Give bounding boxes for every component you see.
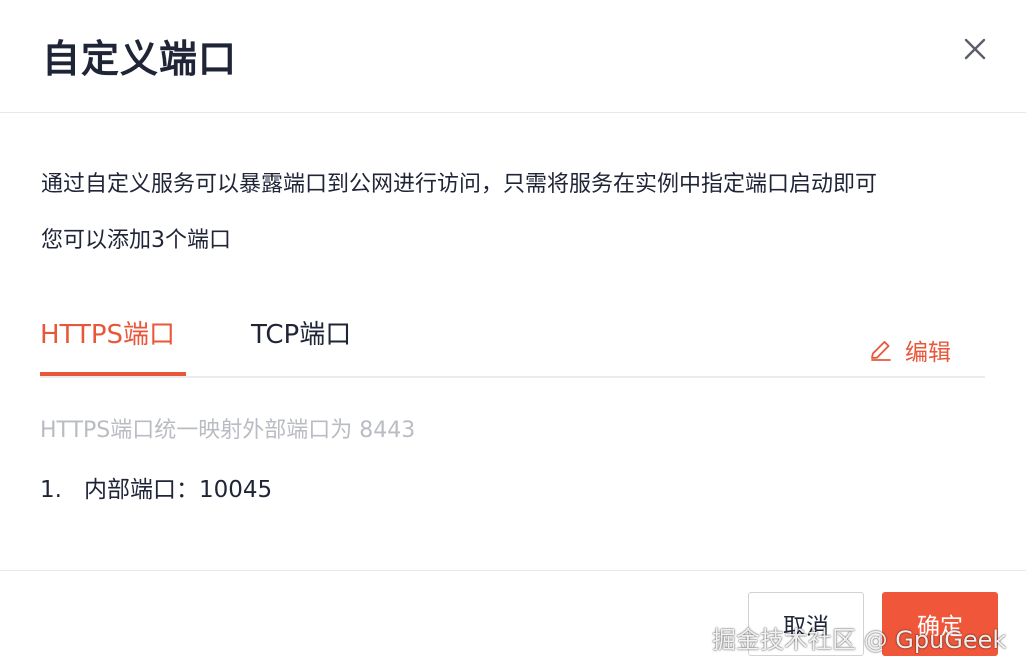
description-line-1: 通过自定义服务可以暴露端口到公网进行访问，只需将服务在实例中指定端口启动即可 <box>41 172 878 197</box>
description-line-2: 您可以添加3个端口 <box>41 228 231 253</box>
port-item-index: 1. <box>40 477 62 503</box>
port-list-item: 1. 内部端口：10045 <box>40 470 272 504</box>
edit-label: 编辑 <box>905 340 951 366</box>
dialog-title: 自定义端口 <box>42 37 238 81</box>
port-tabs: HTTPS端口 TCP端口 编辑 <box>40 300 985 378</box>
close-icon[interactable] <box>960 34 990 64</box>
https-mapping-note: HTTPS端口统一映射外部端口为 8443 <box>40 418 416 443</box>
tab-tcp-port[interactable]: TCP端口 <box>251 314 351 351</box>
active-tab-indicator <box>40 372 186 376</box>
port-item-label: 内部端口：10045 <box>84 477 273 503</box>
watermark: 掘金技术社区 @ GpuGeek <box>712 626 1007 654</box>
dialog-header: 自定义端口 <box>0 0 1026 113</box>
tab-https-port[interactable]: HTTPS端口 <box>40 314 175 351</box>
custom-port-dialog: 自定义端口 通过自定义服务可以暴露端口到公网进行访问，只需将服务在实例中指定端口… <box>0 0 1026 671</box>
edit-button[interactable]: 编辑 <box>869 334 951 366</box>
pencil-icon <box>871 341 891 361</box>
